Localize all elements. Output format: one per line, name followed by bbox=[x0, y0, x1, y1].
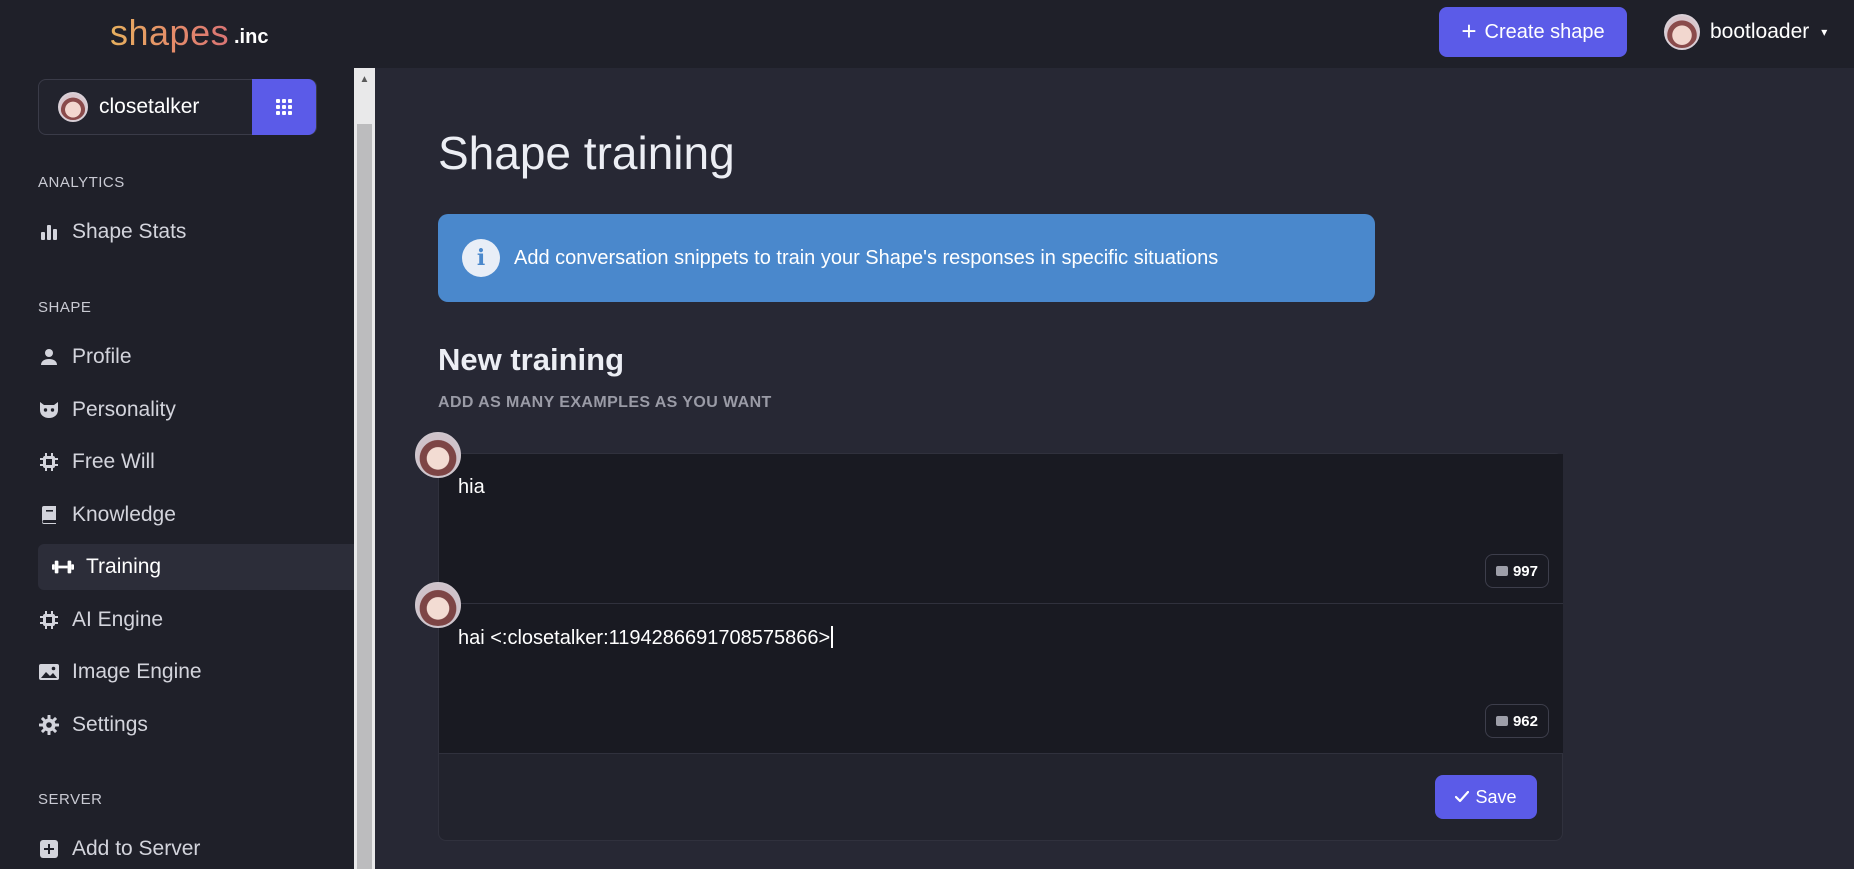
create-shape-button[interactable]: + Create shape bbox=[1439, 7, 1627, 57]
sidebar-item-label: Image Engine bbox=[72, 660, 202, 683]
char-counter-value: 962 bbox=[1512, 712, 1538, 730]
counter-icon bbox=[1495, 566, 1508, 576]
shape-name: closetalker bbox=[99, 95, 200, 118]
sidebar-item-training[interactable]: Training bbox=[38, 544, 354, 590]
plus-icon: + bbox=[1461, 15, 1477, 46]
section-title: New training bbox=[438, 342, 625, 377]
section-label-shape: SHAPE bbox=[38, 299, 92, 316]
caret-down-icon: ▾ bbox=[1821, 25, 1828, 39]
chip-icon bbox=[38, 609, 60, 631]
grid-icon bbox=[276, 99, 292, 115]
sidebar-item-settings[interactable]: Settings bbox=[38, 702, 354, 748]
check-icon bbox=[1455, 791, 1470, 803]
top-bar: shapes .inc + Create shape bootloader ▾ bbox=[0, 0, 1854, 68]
char-counter: 962 bbox=[1484, 704, 1549, 738]
user-menu[interactable]: bootloader ▾ bbox=[1664, 13, 1827, 51]
sidebar-item-free-will[interactable]: Free Will bbox=[38, 439, 354, 485]
plus-square-icon bbox=[38, 838, 60, 860]
mask-icon bbox=[38, 399, 60, 421]
user-icon bbox=[38, 346, 60, 368]
info-icon: i bbox=[462, 239, 500, 277]
scroll-up-arrow-icon[interactable]: ▲ bbox=[354, 72, 375, 86]
save-label: Save bbox=[1475, 786, 1517, 807]
username: bootloader bbox=[1710, 20, 1810, 43]
chip-icon bbox=[38, 451, 60, 473]
user-avatar bbox=[1664, 14, 1700, 50]
sidebar-item-knowledge[interactable]: Knowledge bbox=[38, 492, 354, 538]
sidebar-scrollbar[interactable]: ▲ bbox=[354, 68, 375, 869]
section-label-analytics: ANALYTICS bbox=[38, 174, 125, 191]
text-cursor bbox=[831, 626, 833, 648]
sidebar-item-label: Add to Server bbox=[72, 837, 201, 860]
grid-menu-button[interactable] bbox=[252, 79, 316, 135]
sidebar-item-label: Settings bbox=[72, 713, 148, 736]
bar-chart-icon bbox=[38, 221, 60, 243]
sidebar-item-image-engine[interactable]: Image Engine bbox=[38, 649, 354, 695]
section-subtitle: ADD AS MANY EXAMPLES AS YOU WANT bbox=[438, 394, 772, 411]
char-counter: 997 bbox=[1484, 554, 1549, 588]
sidebar-item-add-to-server[interactable]: Add to Server bbox=[38, 826, 354, 869]
logo-suffix: .inc bbox=[234, 26, 269, 48]
logo[interactable]: shapes bbox=[110, 12, 229, 54]
user-message-text[interactable]: hia bbox=[458, 476, 485, 499]
shape-message-value: hai <:closetalker:1194286691708575866> bbox=[458, 627, 831, 649]
char-counter-value: 997 bbox=[1512, 562, 1538, 580]
gear-icon bbox=[38, 714, 60, 736]
image-icon bbox=[38, 661, 60, 683]
sidebar-item-label: Shape Stats bbox=[72, 220, 187, 243]
shape-selector[interactable]: closetalker bbox=[38, 79, 317, 135]
page-title: Shape training bbox=[438, 127, 735, 179]
sidebar-item-ai-engine[interactable]: AI Engine bbox=[38, 597, 354, 643]
sidebar-item-label: AI Engine bbox=[72, 608, 164, 631]
save-button[interactable]: Save bbox=[1435, 775, 1537, 819]
scrollbar-thumb[interactable] bbox=[357, 124, 372, 869]
info-text: Add conversation snippets to train your … bbox=[514, 246, 1219, 269]
sidebar-item-label: Profile bbox=[72, 345, 132, 368]
sidebar-item-label: Knowledge bbox=[72, 503, 176, 526]
counter-icon bbox=[1495, 716, 1508, 726]
shape-message-text[interactable]: hai <:closetalker:1194286691708575866> bbox=[458, 626, 833, 650]
sidebar-item-label: Free Will bbox=[72, 450, 155, 473]
sidebar-item-personality[interactable]: Personality bbox=[38, 387, 354, 433]
training-card: hia 997 hai <:closetalker:11942866917085… bbox=[438, 453, 1563, 841]
user-message-field[interactable]: hia 997 bbox=[439, 454, 1563, 604]
shape-message-field[interactable]: hai <:closetalker:1194286691708575866> 9… bbox=[439, 604, 1563, 754]
sidebar-item-shape-stats[interactable]: Shape Stats bbox=[38, 209, 354, 255]
sidebar-item-label: Training bbox=[86, 555, 162, 578]
book-icon bbox=[38, 504, 60, 526]
sidebar: closetalker ANALYTICS Shape Stats SHAPE … bbox=[0, 68, 354, 869]
sidebar-item-label: Personality bbox=[72, 398, 176, 421]
info-banner: i Add conversation snippets to train you… bbox=[438, 214, 1375, 302]
shape-avatar bbox=[415, 582, 461, 628]
user-avatar bbox=[415, 432, 461, 478]
sidebar-item-profile[interactable]: Profile bbox=[38, 334, 354, 380]
create-shape-label: Create shape bbox=[1484, 20, 1605, 43]
shape-avatar bbox=[58, 92, 88, 122]
section-label-server: SERVER bbox=[38, 791, 103, 808]
dumbbell-icon bbox=[52, 556, 74, 578]
